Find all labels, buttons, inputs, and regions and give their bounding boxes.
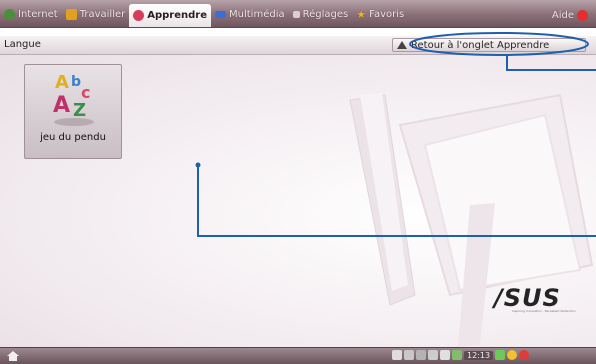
clock: 12:13 [464, 350, 494, 360]
tab-apprendre[interactable]: Apprendre [129, 4, 212, 27]
top-menu-bar: Internet Travailler Apprendre Multimédia… [0, 0, 596, 28]
storage-icon[interactable] [452, 350, 462, 360]
section-bar: Langue Retour à l'onglet Apprendre [0, 36, 596, 55]
folder-icon [65, 9, 77, 20]
svg-text:b: b [71, 74, 81, 90]
svg-text:A: A [53, 93, 70, 118]
tab-travailler[interactable]: Travailler [62, 4, 130, 25]
tab-multimedia[interactable]: Multimédia [211, 4, 289, 25]
wifi-icon[interactable] [428, 350, 438, 360]
power-icon[interactable] [519, 350, 530, 360]
back-to-tab-button[interactable]: Retour à l'onglet Apprendre [392, 38, 586, 52]
tab-label: Apprendre [147, 10, 208, 21]
section-title: Langue [4, 39, 41, 50]
help-label: Aide [551, 10, 574, 21]
learn-icon [133, 10, 145, 21]
tab-internet[interactable]: Internet [0, 4, 62, 25]
svg-text:A: A [55, 72, 69, 93]
tab-label: Internet [18, 9, 58, 20]
asus-tagline: Inspiring Innovation · Persistent Perfec… [512, 309, 576, 313]
back-button-label: Retour à l'onglet Apprendre [411, 39, 550, 51]
app-label: jeu du pendu [40, 132, 106, 143]
settings-icon [292, 11, 300, 18]
svg-text:Z: Z [73, 100, 86, 121]
asus-logo: /SUS [494, 284, 561, 312]
battery-icon[interactable] [404, 350, 414, 360]
volume-icon[interactable] [440, 350, 450, 360]
star-icon: ★ [356, 8, 367, 21]
multimedia-icon [215, 11, 227, 18]
tab-label: Travailler [79, 9, 126, 20]
taskbar: 12:13 [0, 347, 596, 364]
tab-reglages[interactable]: Réglages [289, 4, 353, 25]
network-icon[interactable] [392, 350, 402, 360]
desktop-area: A b c A Z jeu du pendu /SUS Inspiring In… [0, 55, 596, 347]
tab-label: Multimédia [229, 9, 285, 20]
abc-letters-icon: A b c A Z [53, 72, 94, 126]
up-arrow-icon [397, 41, 407, 49]
home-icon[interactable] [6, 350, 20, 362]
tab-favoris[interactable]: ★ Favoris [352, 4, 408, 25]
app-tile-hangman[interactable]: A b c A Z jeu du pendu [24, 64, 122, 159]
system-tray: 12:13 [392, 350, 530, 360]
globe-icon [4, 9, 15, 20]
tab-label: Réglages [302, 9, 349, 20]
tab-label: Favoris [369, 9, 405, 20]
help-icon [577, 10, 588, 21]
sync-icon[interactable] [507, 350, 518, 360]
help-button[interactable]: Aide [548, 5, 592, 26]
desktop-icon[interactable] [495, 350, 506, 360]
keyboard-icon[interactable] [416, 350, 426, 360]
